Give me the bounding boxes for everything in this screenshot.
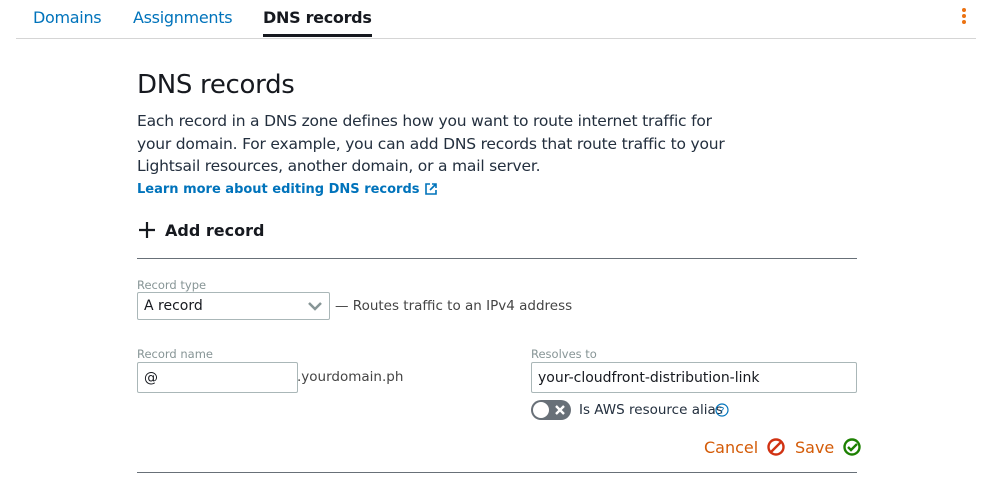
add-record-label: Add record bbox=[165, 220, 265, 240]
record-name-label: Record name bbox=[137, 347, 214, 361]
more-options-icon[interactable] bbox=[962, 8, 968, 26]
dns-records-panel: DNS records Each record in a DNS zone de… bbox=[137, 70, 861, 473]
tab-domains[interactable]: Domains bbox=[33, 8, 102, 27]
learn-more-label: Learn more about editing DNS records bbox=[137, 181, 420, 197]
record-name-input[interactable]: @ bbox=[137, 362, 298, 393]
x-icon bbox=[555, 405, 565, 415]
record-type-label: Record type bbox=[137, 278, 207, 292]
tab-bar: Domains Assignments DNS records bbox=[16, 0, 976, 39]
record-type-hint: — Routes traffic to an IPv4 address bbox=[335, 298, 573, 314]
divider bbox=[137, 472, 857, 473]
add-record-button[interactable]: Add record bbox=[137, 220, 264, 240]
cancel-button[interactable]: Cancel bbox=[704, 437, 786, 457]
help-icon[interactable]: ? bbox=[715, 403, 729, 417]
record-type-select[interactable]: A record bbox=[137, 292, 330, 320]
tab-assignments[interactable]: Assignments bbox=[133, 8, 233, 27]
aws-alias-toggle[interactable] bbox=[531, 400, 571, 420]
save-label: Save bbox=[795, 437, 835, 457]
save-button[interactable]: Save bbox=[795, 437, 862, 457]
tab-dns-records[interactable]: DNS records bbox=[263, 8, 372, 37]
resolves-to-input[interactable]: your-cloudfront-distribution-link bbox=[531, 362, 857, 393]
cancel-label: Cancel bbox=[704, 437, 759, 457]
check-circle-icon bbox=[843, 438, 861, 456]
aws-alias-label: Is AWS resource alias bbox=[579, 402, 723, 418]
resolves-to-label: Resolves to bbox=[531, 347, 597, 361]
svg-text:?: ? bbox=[720, 407, 725, 417]
domain-suffix: .yourdomain.ph bbox=[297, 369, 404, 385]
external-link-icon bbox=[424, 183, 437, 195]
learn-more-link[interactable]: Learn more about editing DNS records bbox=[137, 182, 437, 197]
page-description: Each record in a DNS zone defines how yo… bbox=[137, 112, 725, 175]
plus-icon bbox=[139, 222, 155, 238]
divider bbox=[137, 258, 857, 259]
cancel-icon bbox=[767, 438, 785, 456]
record-type-value: A record bbox=[144, 298, 203, 314]
page-title: DNS records bbox=[137, 70, 295, 100]
chevron-down-icon bbox=[308, 302, 322, 311]
